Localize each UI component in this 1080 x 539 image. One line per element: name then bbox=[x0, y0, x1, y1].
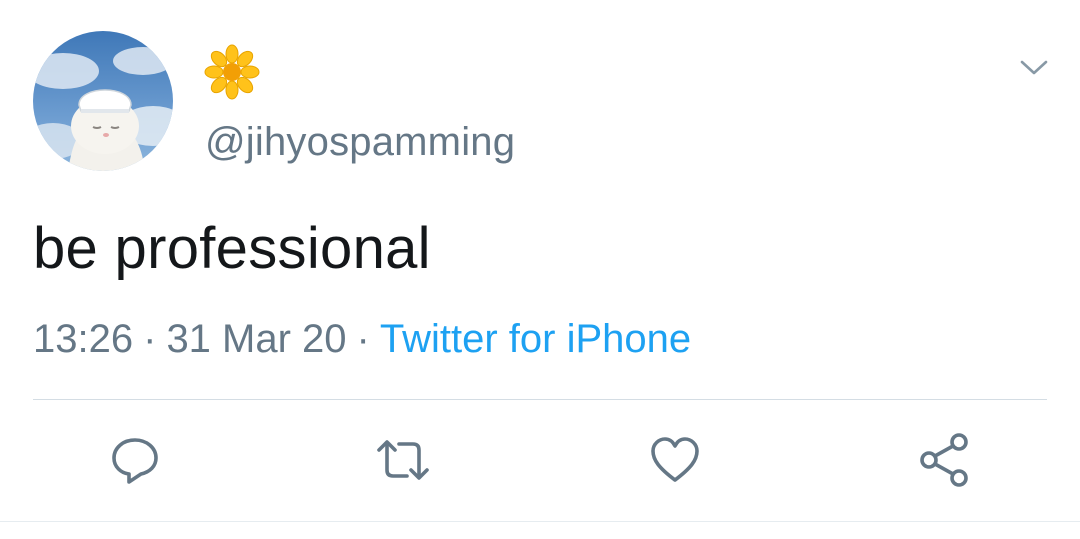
reply-icon bbox=[112, 438, 158, 484]
divider bbox=[33, 399, 1047, 400]
avatar[interactable] bbox=[33, 31, 173, 171]
meta-separator: · bbox=[143, 317, 157, 361]
tweet-card: @jihyospamming be professional 13:26 · 31 … bbox=[0, 0, 1080, 539]
avatar-image bbox=[33, 31, 173, 171]
tweet-date: 31 Mar 20 bbox=[166, 317, 347, 361]
sunflower-emoji-icon bbox=[204, 44, 260, 100]
display-name[interactable] bbox=[204, 44, 260, 100]
divider bbox=[0, 521, 1080, 522]
tweet-source-link[interactable]: Twitter for iPhone bbox=[380, 317, 691, 361]
meta-separator: · bbox=[356, 317, 370, 361]
like-button[interactable] bbox=[647, 432, 703, 488]
user-handle[interactable]: @jihyospamming bbox=[205, 118, 515, 166]
tweet-meta: 13:26 · 31 Mar 20 · Twitter for iPhone bbox=[33, 314, 691, 364]
reply-button[interactable] bbox=[107, 432, 163, 488]
retweet-icon bbox=[377, 440, 429, 480]
tweet-menu-button[interactable] bbox=[1012, 52, 1056, 84]
tweet-time: 13:26 bbox=[33, 317, 134, 361]
share-icon bbox=[920, 433, 968, 487]
share-button[interactable] bbox=[917, 432, 973, 488]
chevron-down-icon bbox=[1020, 60, 1048, 75]
tweet-text: be professional bbox=[33, 216, 431, 281]
heart-icon bbox=[651, 437, 699, 482]
retweet-button[interactable] bbox=[375, 432, 431, 488]
